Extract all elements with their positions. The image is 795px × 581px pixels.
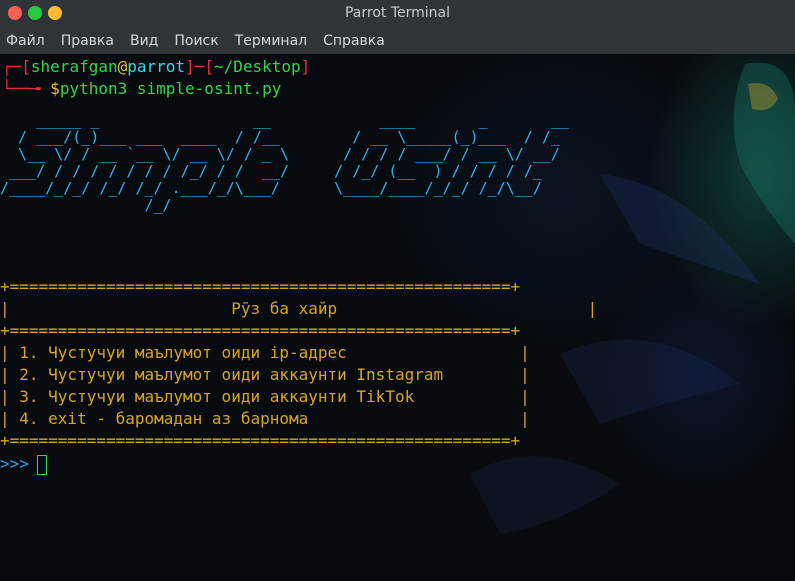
banner-line: \__ \/ / __ `__ \/ __ \/ / _ \ / / / / _… [0, 145, 560, 163]
menu-option-1: | 1. Чустучуи маълумот оиди ip-адрес | [0, 343, 530, 362]
menu-terminal[interactable]: Терминал [229, 33, 307, 49]
banner-line: /_/ [0, 196, 172, 214]
input-prompt-line[interactable]: >>> [0, 454, 47, 475]
title-bar: Parrot Terminal [0, 0, 795, 28]
menu-edit[interactable]: Правка [55, 33, 114, 49]
prompt-line-1: ┌─[sherafgan@parrot]─[~/Desktop] [2, 57, 311, 76]
menu-help[interactable]: Справка [317, 33, 385, 49]
menu-option-3: | 3. Чустучуи маълумот оиди аккаунти Tik… [0, 387, 530, 406]
banner-line: _____ _ __ ____ _ __ [0, 111, 569, 129]
window-title: Parrot Terminal [344, 5, 451, 21]
box-border-mid: +=======================================… [0, 321, 521, 340]
banner-line: / ___/(_)___ ___ ____ / /__ / __ \_____(… [0, 128, 560, 146]
menu-bar: Файл Правка Вид Поиск Терминал Справка [0, 28, 795, 54]
prompt-host: parrot [127, 57, 186, 76]
ascii-banner: _____ _ __ ____ _ __ / ___/(_)___ ___ __… [0, 112, 569, 214]
input-prompt: >>> [0, 454, 29, 473]
box-border-top: +=======================================… [0, 277, 521, 296]
menu-file[interactable]: Файл [0, 33, 45, 49]
banner-line: /____/_/_/ /_/ /_/ .___/_/\___/ \____/__… [0, 179, 542, 197]
box-title-row: | Рӯз ба хайр | [0, 299, 598, 318]
box-title: Рӯз ба хайр [231, 299, 338, 318]
menu-view[interactable]: Вид [124, 33, 158, 49]
terminal-output[interactable]: ┌─[sherafgan@parrot]─[~/Desktop] └──╼ $p… [0, 54, 795, 581]
menu-option-2: | 2. Чустучуи маълумот оиди аккаунти Ins… [0, 365, 530, 384]
prompt-user: sherafgan [30, 57, 118, 76]
menu-search[interactable]: Поиск [168, 33, 218, 49]
prompt-command: python3 simple-osint.py [59, 79, 282, 98]
text-cursor[interactable] [36, 454, 47, 475]
terminal-window: Parrot Terminal Файл Правка Вид Поиск Те… [0, 0, 795, 581]
banner-line: ___/ / / / / / / / /_/ / / __/ / /_/ (__… [0, 162, 542, 180]
box-border-bottom: +=======================================… [0, 431, 521, 450]
prompt-line-2: └──╼ $python3 simple-osint.py [2, 79, 282, 98]
menu-box: +=======================================… [0, 276, 597, 452]
prompt-path: ~/Desktop [213, 57, 301, 76]
menu-option-4: | 4. exit - баромадан аз барнома | [0, 409, 530, 428]
